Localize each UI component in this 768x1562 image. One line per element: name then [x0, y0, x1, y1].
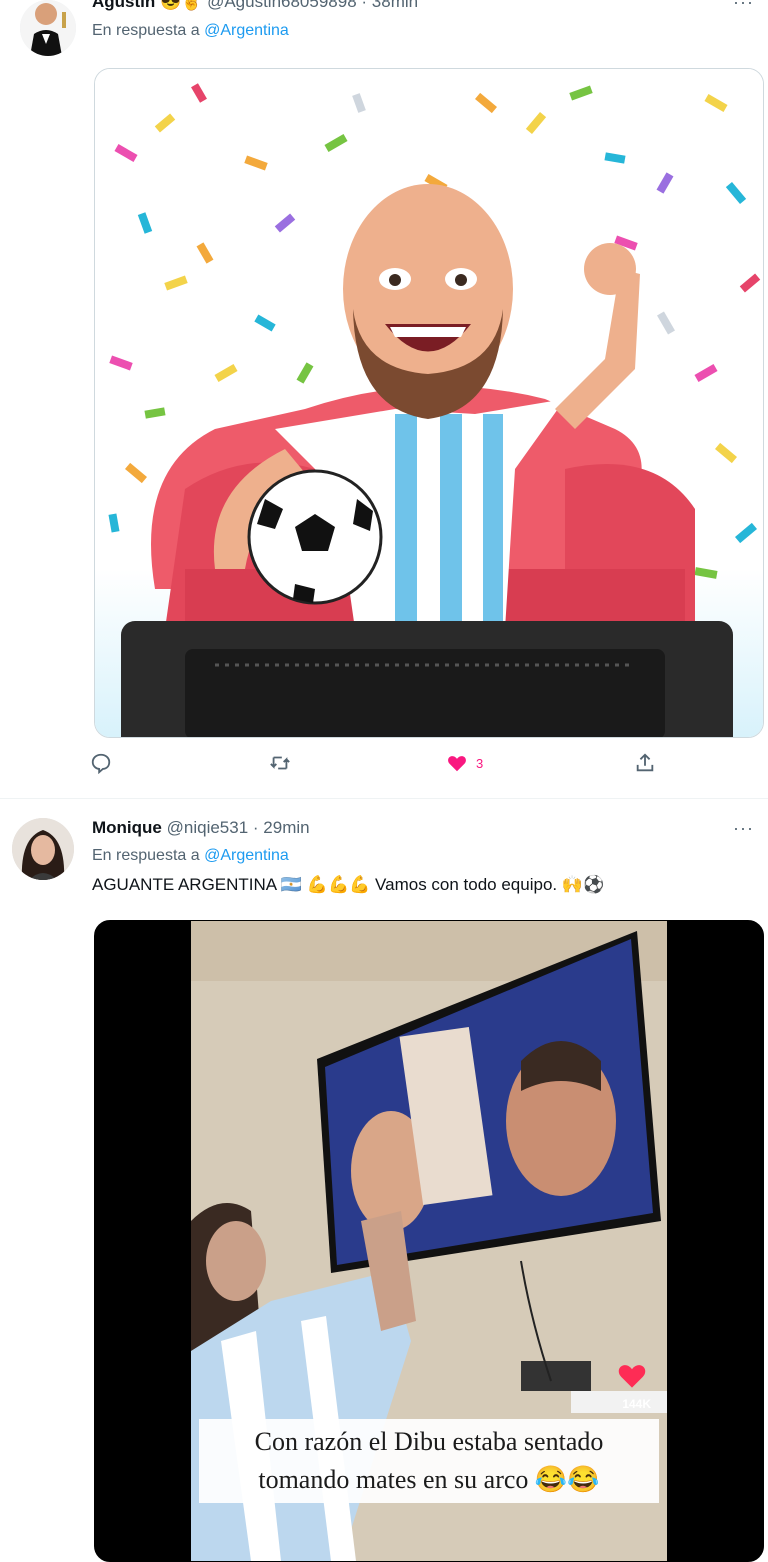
- tweet-text: AGUANTE ARGENTINA 🇦🇷 💪💪💪 Vamos con todo …: [92, 875, 605, 894]
- tweet-agustin: Agustín 😎✌ @Agustin68059898 · 38min ··· …: [0, 0, 768, 800]
- author-handle[interactable]: @niqie531: [167, 818, 249, 837]
- more-options-icon[interactable]: ···: [733, 818, 754, 839]
- tweet-video[interactable]: 144K Con razón el Dibu estaba sentado to…: [94, 920, 764, 1562]
- avatar-monique[interactable]: [12, 818, 74, 880]
- tweet-time[interactable]: · 38min: [361, 0, 418, 11]
- like-button[interactable]: 3: [446, 752, 483, 774]
- video-caption: Con razón el Dibu estaba sentado tomando…: [199, 1419, 659, 1503]
- reply-prefix: En respuesta a: [92, 847, 200, 864]
- reply-prefix: En respuesta a: [92, 22, 200, 39]
- share-button[interactable]: [634, 752, 656, 774]
- tweet-time[interactable]: · 29min: [253, 818, 310, 837]
- avatar-photo-icon: [12, 818, 74, 880]
- reply-mention-link[interactable]: @Argentina: [204, 22, 289, 39]
- video-frame: 144K Con razón el Dibu estaba sentado to…: [191, 921, 667, 1561]
- tweet-monique: Monique @niqie531 · 29min ··· En respues…: [0, 800, 768, 1562]
- retweet-button[interactable]: [268, 752, 292, 774]
- caption-line-1: Con razón el Dibu estaba sentado: [254, 1427, 604, 1456]
- tweet-divider: [0, 798, 768, 799]
- reply-button[interactable]: [90, 752, 112, 774]
- avatar-agustin[interactable]: [20, 0, 76, 56]
- more-options-icon[interactable]: ···: [733, 0, 754, 13]
- reply-mention-link[interactable]: @Argentina: [204, 847, 289, 864]
- author-name[interactable]: Monique: [92, 818, 162, 837]
- tweet-image[interactable]: [94, 68, 764, 738]
- caption-line-2: tomando mates en su arco 😂😂: [258, 1465, 600, 1494]
- share-icon: [636, 753, 654, 772]
- heart-icon: [448, 756, 466, 772]
- retweet-icon: [270, 756, 290, 770]
- avatar-bitmoji-icon: [20, 0, 76, 56]
- author-handle[interactable]: @Agustin68059898: [207, 0, 357, 11]
- like-count: 3: [476, 755, 484, 771]
- reply-icon: [91, 753, 111, 774]
- bitmoji-celebration-image: [95, 69, 763, 737]
- video-like-heart-icon: [615, 1359, 649, 1394]
- video-like-count: 144K: [622, 1397, 651, 1411]
- author-name[interactable]: Agustín 😎✌: [92, 0, 202, 11]
